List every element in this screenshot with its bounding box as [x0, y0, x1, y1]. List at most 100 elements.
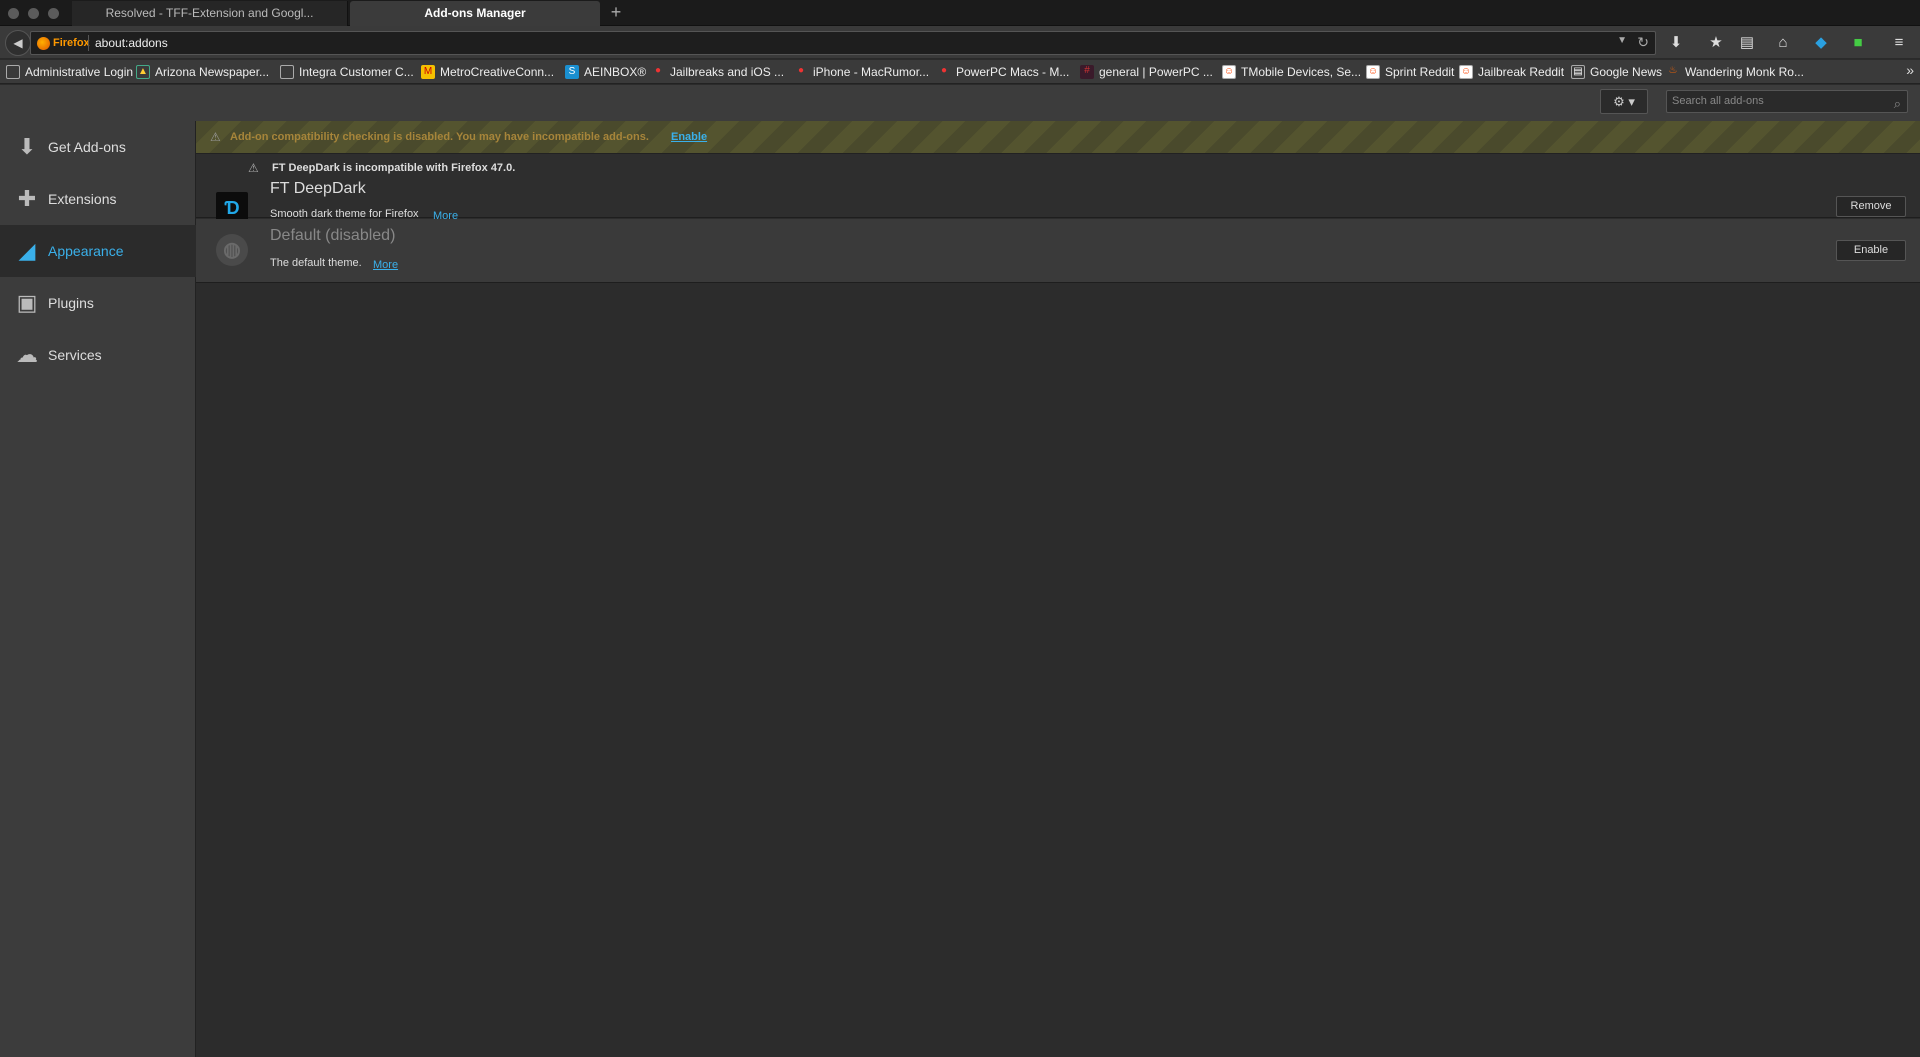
minimize-window-button[interactable]	[28, 8, 39, 19]
new-tab-button[interactable]: +	[606, 2, 626, 23]
addon-name: Default (disabled)	[270, 227, 396, 244]
url-separator	[88, 35, 89, 51]
bookmark-item[interactable]: S AEINBOX®	[565, 64, 646, 80]
url-text[interactable]: about:addons	[95, 36, 168, 50]
incompatible-notice: FT DeepDark is incompatible with Firefox…	[272, 162, 516, 174]
flame-icon: ♨	[1668, 65, 1678, 76]
bookmark-item[interactable]: ● PowerPC Macs - M...	[937, 64, 1069, 80]
bookmark-page-icon	[280, 65, 294, 79]
remove-button[interactable]: Remove	[1836, 196, 1906, 217]
sidebar-item-appearance[interactable]: ◢ Appearance	[0, 225, 196, 277]
addon-item-ft-deepdark[interactable]: ⚠ FT DeepDark is incompatible with Firef…	[196, 154, 1920, 224]
reload-icon[interactable]: ↻	[1637, 34, 1649, 51]
addons-list-view: ⚠ Add-on compatibility checking is disab…	[196, 121, 1920, 1057]
history-dropdown-icon[interactable]: ▼	[1617, 35, 1627, 46]
bookmark-label: TMobile Devices, Se...	[1241, 65, 1362, 79]
bookmarks-toolbar: Administrative Login ▲ Arizona Newspaper.…	[0, 60, 1920, 84]
bookmark-label: Wandering Monk Ro...	[1685, 65, 1804, 79]
addons-toolbar: ⚙ ▾ Search all add-ons ⌕	[0, 85, 1920, 121]
bookmarks-overflow-icon[interactable]: »	[1906, 62, 1914, 78]
search-input[interactable]: Search all add-ons ⌕	[1666, 90, 1908, 113]
apple-icon: ●	[797, 65, 805, 76]
bookmark-item[interactable]: ♨ Wandering Monk Ro...	[1666, 64, 1804, 80]
bookmark-label: Sprint Reddit	[1385, 65, 1455, 79]
bookmark-label: Administrative Login	[25, 65, 134, 79]
bookmark-label: general | PowerPC ...	[1099, 65, 1213, 79]
bookmark-item[interactable]: Integra Customer C...	[280, 64, 414, 80]
sidebar-item-extensions[interactable]: ✚ Extensions	[0, 173, 196, 225]
bookmark-label: Arizona Newspaper...	[155, 65, 270, 79]
reddit-icon: ☺	[1366, 65, 1380, 79]
sidebar-item-label: Extensions	[48, 191, 117, 207]
tab-addons-manager[interactable]: Add-ons Manager	[350, 1, 600, 26]
bookmark-item[interactable]: ☺ Jailbreak Reddit	[1459, 64, 1564, 80]
identity-label: Firefox	[53, 37, 90, 49]
bookmark-label: Google News	[1590, 65, 1663, 79]
addon-name: FT DeepDark	[270, 180, 366, 197]
bookmark-label: MetroCreativeConn...	[440, 65, 555, 79]
warning-icon: ⚠	[248, 161, 259, 175]
sidebar-item-label: Services	[48, 347, 102, 363]
addon-item-default-theme[interactable]: ◍ Default (disabled) The default theme. …	[196, 219, 1920, 283]
close-window-button[interactable]	[8, 8, 19, 19]
puzzle-icon: ✚	[17, 186, 37, 211]
bookmark-page-icon	[6, 65, 20, 79]
slack-icon: #	[1080, 65, 1094, 79]
bookmark-label: PowerPC Macs - M...	[956, 65, 1070, 79]
extension-green-icon[interactable]: ■	[1847, 32, 1869, 54]
paintbrush-icon: ◢	[18, 238, 36, 263]
sidebar-item-get-addons[interactable]: ⬇ Get Add-ons	[0, 121, 196, 173]
categories-sidebar: ⬇ Get Add-ons ✚ Extensions ◢ Appearance …	[0, 121, 196, 1057]
plugin-icon: ▣	[16, 290, 38, 315]
search-placeholder: Search all add-ons	[1672, 95, 1764, 107]
bookmark-item[interactable]: ☺ Sprint Reddit	[1366, 64, 1454, 80]
sidebar-item-plugins[interactable]: ▣ Plugins	[0, 277, 196, 329]
metro-icon: M	[421, 65, 435, 79]
url-bar[interactable]: Firefox about:addons ▼ ↻	[30, 31, 1656, 55]
news-icon: ▤	[1571, 65, 1585, 79]
bookmark-item[interactable]: # general | PowerPC ...	[1080, 64, 1213, 80]
bookmark-label: Integra Customer C...	[299, 65, 414, 79]
sidebar-item-services[interactable]: ☁ Services	[0, 329, 196, 381]
bookmark-item[interactable]: ☺ TMobile Devices, Se...	[1222, 64, 1361, 80]
bookmark-item[interactable]: ▤ Google News	[1571, 64, 1662, 80]
back-button[interactable]: ◀	[5, 30, 31, 56]
bookmark-item[interactable]: M MetroCreativeConn...	[421, 64, 554, 80]
compatibility-warning-bar: ⚠ Add-on compatibility checking is disab…	[196, 121, 1920, 154]
sidebar-item-label: Get Add-ons	[48, 139, 126, 155]
menu-icon[interactable]: ≡	[1888, 32, 1910, 54]
bookmark-item[interactable]: ● Jailbreaks and iOS ...	[651, 64, 784, 80]
apple-icon: ●	[940, 65, 948, 76]
identity-box[interactable]: Firefox	[37, 36, 90, 50]
addon-description: The default theme.	[270, 257, 362, 269]
warning-text: Add-on compatibility checking is disable…	[230, 131, 649, 143]
enable-button[interactable]: Enable	[1836, 240, 1906, 261]
sidebar-item-label: Appearance	[48, 243, 124, 259]
bookmark-star-icon[interactable]: ★	[1705, 32, 1727, 54]
bookmark-item[interactable]: ▲ Arizona Newspaper...	[136, 64, 269, 80]
enable-compat-link[interactable]: Enable	[671, 131, 707, 143]
home-icon[interactable]: ⌂	[1772, 32, 1794, 54]
tab-resolved[interactable]: Resolved - TFF-Extension and Googl...	[72, 1, 348, 26]
sidebar-item-label: Plugins	[48, 295, 94, 311]
bookmark-label: Jailbreak Reddit	[1478, 65, 1565, 79]
s-icon: S	[565, 65, 579, 79]
more-link[interactable]: More	[373, 259, 398, 271]
bookmark-item[interactable]: ● iPhone - MacRumor...	[794, 64, 929, 80]
zoom-window-button[interactable]	[48, 8, 59, 19]
reddit-icon: ☺	[1459, 65, 1473, 79]
navigation-toolbar: ◀ Firefox about:addons ▼ ↻ ⬇ ★ ▤ ⌂ ◆ ■ ≡	[0, 26, 1920, 59]
reddit-icon: ☺	[1222, 65, 1236, 79]
drive-icon: ▲	[136, 65, 150, 79]
warning-icon: ⚠	[210, 130, 221, 144]
tab-strip: Resolved - TFF-Extension and Googl... Ad…	[0, 0, 1920, 26]
reading-list-icon[interactable]: ▤	[1736, 32, 1758, 54]
tools-gear-button[interactable]: ⚙ ▾	[1600, 89, 1648, 114]
download-icon: ⬇	[17, 134, 37, 159]
bookmark-label: AEINBOX®	[584, 65, 647, 79]
globe-icon: ◍	[216, 234, 248, 266]
downloads-icon[interactable]: ⬇	[1665, 32, 1687, 54]
bookmark-item[interactable]: Administrative Login	[6, 64, 133, 80]
extension-shield-icon[interactable]: ◆	[1810, 32, 1832, 54]
search-icon: ⌕	[1893, 96, 1901, 111]
